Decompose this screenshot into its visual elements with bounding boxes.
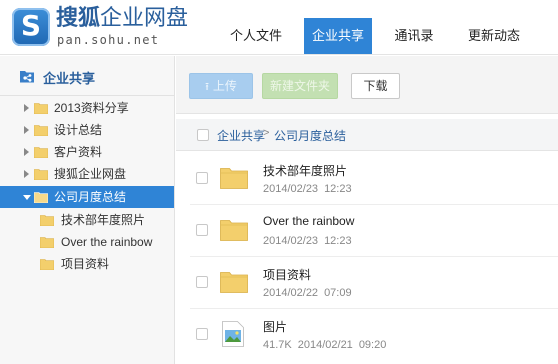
main-panel: ⭱ 上传 新建文件夹 下载 企业共享 > 公司月度总结 技术部年度照片 2014/… (176, 56, 558, 364)
tab-contacts[interactable]: 通讯录 (382, 18, 446, 54)
new-folder-button[interactable]: 新建文件夹 (262, 73, 338, 99)
sidebar-item-tech-photos[interactable]: 技术部年度照片 (0, 209, 174, 231)
sidebar-item-label: 技术部年度照片 (61, 213, 146, 227)
top-header: S 搜狐企业网盘 pan.sohu.net 个人文件 企业共享 通讯录 更新动态 (0, 0, 558, 55)
sidebar-item-label: 客户资料 (54, 145, 103, 159)
expand-arrow-icon[interactable] (24, 126, 29, 134)
upload-arrow-icon: ⭱ (205, 81, 209, 93)
tab-enterprise-share[interactable]: 企业共享 (304, 18, 372, 54)
folder-icon (40, 259, 54, 270)
sidebar: 企业共享 2013资料分享 设计总结 客户资料 搜狐企业网盘 公司月度总结 技术… (0, 56, 175, 364)
breadcrumb-root[interactable]: 企业共享 (217, 127, 265, 144)
logo-letter: S (20, 9, 42, 42)
download-button[interactable]: 下载 (351, 73, 400, 99)
breadcrumb: 企业共享 > 公司月度总结 (176, 119, 558, 151)
folder-icon (34, 169, 48, 180)
select-all-checkbox[interactable] (197, 129, 209, 141)
folder-icon (220, 168, 248, 189)
file-row[interactable]: 图片 41.7K 2014/02/21 09:20 (176, 309, 558, 361)
folder-icon (40, 237, 54, 248)
file-size: 41.7K (263, 339, 292, 351)
sidebar-item-label: 公司月度总结 (54, 190, 127, 204)
sidebar-item-project-data[interactable]: 项目资料 (0, 253, 174, 275)
file-meta: 2014/02/23 12:23 (263, 235, 352, 247)
file-name[interactable]: 项目资料 (263, 266, 311, 283)
expand-arrow-icon[interactable] (24, 104, 29, 112)
sidebar-item-label: Over the rainbow (61, 235, 153, 249)
file-meta: 2014/02/23 12:23 (263, 183, 352, 195)
row-checkbox[interactable] (196, 224, 208, 236)
expand-arrow-icon[interactable] (24, 148, 29, 156)
folder-open-icon (34, 192, 48, 203)
collapse-arrow-icon[interactable] (23, 195, 31, 200)
sidebar-item-client-data[interactable]: 客户资料 (0, 141, 174, 163)
file-date: 2014/02/23 (263, 183, 319, 195)
file-time: 09:20 (358, 339, 387, 351)
share-folder-icon (20, 71, 34, 83)
image-file-icon (222, 321, 244, 347)
sidebar-item-over-the-rainbow[interactable]: Over the rainbow (0, 231, 174, 253)
upload-button[interactable]: ⭱ 上传 (189, 73, 253, 99)
sidebar-item-design-summary[interactable]: 设计总结 (0, 119, 174, 141)
file-row[interactable]: 技术部年度照片 2014/02/23 12:23 (176, 153, 558, 205)
file-time: 12:23 (324, 183, 352, 195)
folder-icon (34, 125, 48, 136)
folder-icon (34, 147, 48, 158)
sidebar-item-monthly-summary[interactable]: 公司月度总结 (0, 186, 174, 208)
brand-title-part1: 搜狐 (56, 6, 101, 31)
file-time: 07:09 (324, 287, 352, 299)
folder-icon (40, 215, 54, 226)
breadcrumb-current[interactable]: 公司月度总结 (274, 127, 346, 144)
file-row[interactable]: Over the rainbow 2014/02/23 12:23 (176, 205, 558, 257)
upload-label: 上传 (212, 79, 237, 93)
row-checkbox[interactable] (196, 328, 208, 340)
tab-updates[interactable]: 更新动态 (456, 18, 532, 54)
breadcrumb-separator: > (263, 127, 270, 139)
sidebar-item-label: 设计总结 (54, 123, 103, 137)
expand-arrow-icon[interactable] (24, 170, 29, 178)
file-time: 12:23 (324, 235, 352, 247)
file-date: 2014/02/22 (263, 287, 319, 299)
sohu-logo-icon[interactable]: S (12, 8, 50, 46)
file-meta: 2014/02/22 07:09 (263, 287, 352, 299)
file-date: 2014/02/21 (297, 339, 353, 351)
sidebar-item-2013-share[interactable]: 2013资料分享 (0, 97, 174, 119)
tab-personal-files[interactable]: 个人文件 (220, 18, 292, 54)
sidebar-item-label: 搜狐企业网盘 (54, 167, 127, 181)
file-name[interactable]: 技术部年度照片 (263, 162, 347, 179)
sidebar-item-label: 2013资料分享 (54, 101, 129, 115)
folder-icon (34, 103, 48, 114)
file-meta: 41.7K 2014/02/21 09:20 (263, 339, 386, 351)
file-date: 2014/02/23 (263, 235, 319, 247)
folder-icon (220, 220, 248, 241)
sidebar-title: 企业共享 (43, 71, 96, 86)
sidebar-item-sohu-disk[interactable]: 搜狐企业网盘 (0, 163, 174, 185)
brand-title-part2: 企业网盘 (100, 6, 189, 31)
brand-title: 搜狐企业网盘 (56, 7, 188, 31)
row-checkbox[interactable] (196, 172, 208, 184)
toolbar: ⭱ 上传 新建文件夹 下载 (176, 56, 558, 114)
row-checkbox[interactable] (196, 276, 208, 288)
file-name[interactable]: Over the rainbow (263, 214, 354, 228)
file-row[interactable]: 项目资料 2014/02/22 07:09 (176, 257, 558, 309)
file-name[interactable]: 图片 (263, 318, 287, 335)
brand-url: pan.sohu.net (57, 33, 160, 47)
folder-icon (220, 272, 248, 293)
sidebar-header[interactable]: 企业共享 (0, 56, 175, 96)
sidebar-item-label: 项目资料 (61, 257, 110, 271)
